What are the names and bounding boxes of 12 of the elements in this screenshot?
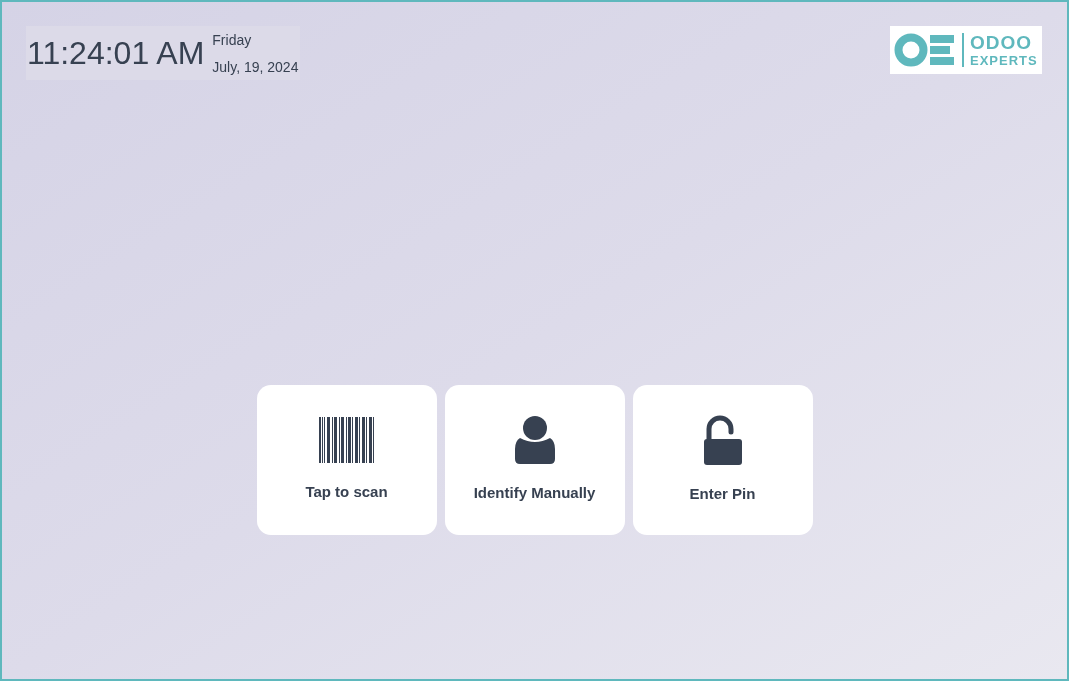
person-icon bbox=[513, 415, 556, 464]
barcode-icon bbox=[317, 416, 376, 463]
action-card[interactable]: Identify Manually bbox=[444, 385, 625, 535]
logo-tagline: EXPERTS bbox=[970, 54, 1038, 67]
weekday-text: Friday bbox=[212, 31, 253, 50]
logo-wordmark: ODOO bbox=[970, 33, 1034, 52]
logo-mark-icon bbox=[894, 33, 956, 67]
action-card[interactable]: Tap to scan bbox=[256, 385, 437, 535]
unlocked-padlock-icon bbox=[703, 414, 742, 465]
date-text: July, 19, 2024 bbox=[212, 58, 299, 77]
clock-time: 11:24:01 AM bbox=[27, 37, 205, 69]
action-card[interactable]: Enter Pin bbox=[632, 385, 813, 535]
